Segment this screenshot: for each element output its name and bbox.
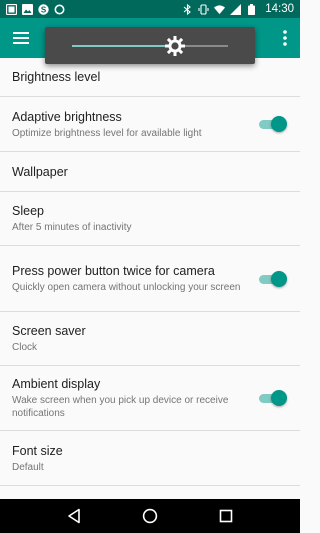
settings-list: Brightness level Adaptive brightness Opt… [0, 58, 300, 486]
brightness-slider[interactable] [72, 36, 228, 56]
setting-summary: Quickly open camera without unlocking yo… [12, 282, 241, 293]
toggle-thumb [271, 390, 287, 406]
toggle-thumb [271, 270, 287, 287]
setting-title: Wallpaper [12, 164, 68, 179]
home-icon[interactable] [140, 506, 160, 526]
setting-title: Press power button twice for camera [12, 264, 215, 278]
setting-sleep[interactable]: Sleep After 5 minutes of inactivity [0, 192, 300, 246]
setting-title: Ambient display [12, 377, 101, 391]
more-vert-icon[interactable] [276, 26, 294, 50]
brightness-icon[interactable] [164, 36, 185, 56]
hamburger-menu-icon[interactable] [10, 28, 32, 48]
setting-title: Font size [12, 443, 63, 458]
status-time: 14:30 [265, 3, 294, 15]
setting-summary: After 5 minutes of inactivity [12, 222, 132, 233]
back-icon[interactable] [64, 506, 84, 526]
cellular-icon [230, 3, 242, 15]
image-icon [22, 3, 33, 15]
setting-summary: Clock [12, 342, 38, 353]
brightness-popup [45, 27, 255, 64]
setting-screen-saver[interactable]: Screen saver Clock [0, 312, 300, 366]
recents-icon[interactable] [216, 506, 236, 526]
setting-summary: Default [12, 461, 44, 473]
ambient-display-toggle[interactable] [258, 390, 287, 406]
svg-text:S: S [41, 5, 47, 14]
setting-font-size[interactable]: Font size Default [0, 431, 300, 486]
sync-icon [54, 4, 65, 15]
battery-icon [246, 3, 257, 15]
setting-wallpaper[interactable]: Wallpaper [0, 152, 300, 192]
setting-summary: Optimize brightness level for available … [12, 127, 202, 139]
skype-icon: S [38, 3, 49, 15]
adaptive-brightness-toggle[interactable] [258, 116, 287, 132]
double-tap-power-camera-toggle[interactable] [258, 270, 287, 287]
setting-title: Adaptive brightness [12, 109, 122, 124]
setting-title: Screen saver [12, 324, 86, 338]
toggle-thumb [271, 116, 287, 132]
notification-icon [6, 3, 17, 15]
setting-double-tap-power-camera[interactable]: Press power button twice for camera Quic… [0, 246, 300, 312]
setting-title: Brightness level [12, 70, 101, 84]
status-bar: S 14:30 [0, 0, 300, 18]
setting-ambient-display[interactable]: Ambient display Wake screen when you pic… [0, 366, 300, 431]
brightness-slider-fill [72, 45, 175, 47]
navigation-bar [0, 499, 300, 533]
setting-summary: Wake screen when you pick up device or r… [12, 395, 229, 419]
vibrate-icon [198, 3, 209, 15]
setting-adaptive-brightness[interactable]: Adaptive brightness Optimize brightness … [0, 97, 300, 152]
bluetooth-icon [182, 3, 193, 15]
wifi-icon [214, 4, 226, 15]
setting-title: Sleep [12, 204, 44, 218]
